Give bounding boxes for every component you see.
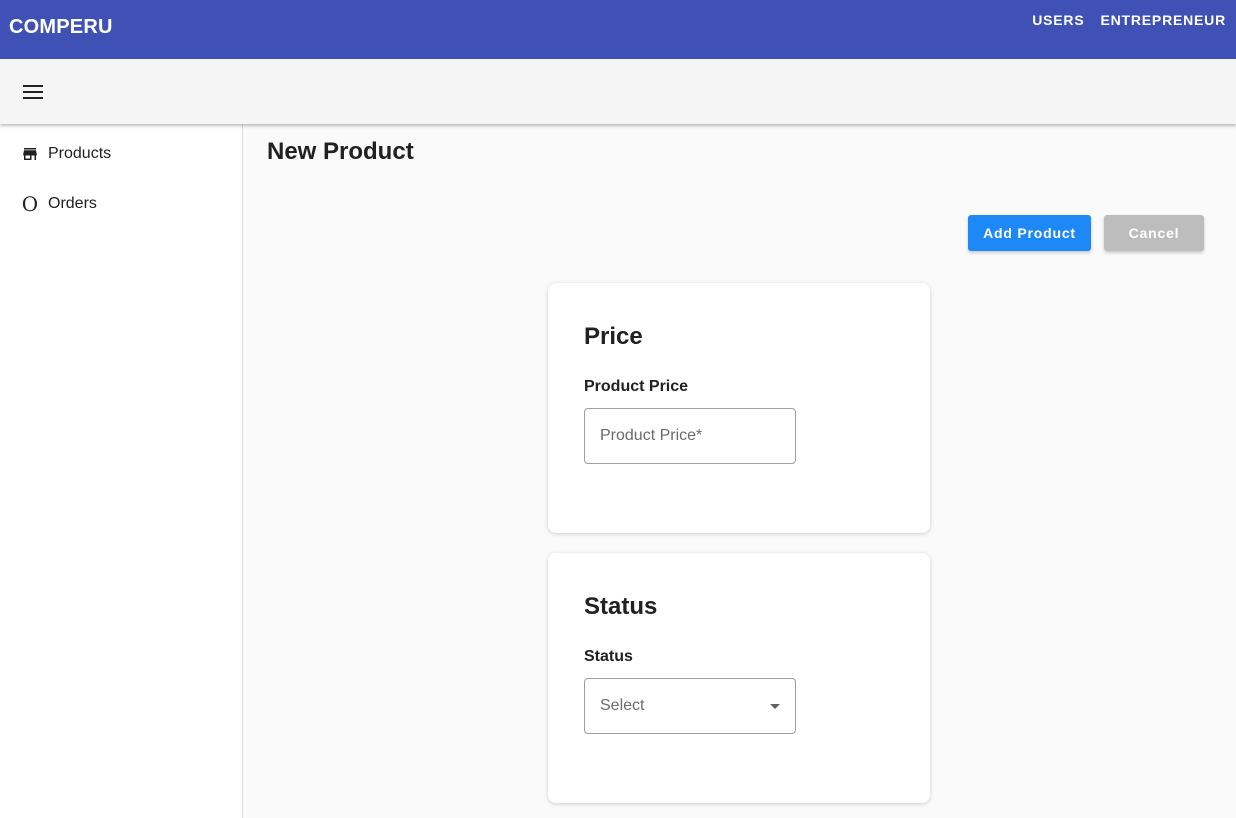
status-select[interactable]: Select (584, 678, 796, 734)
sidebar-item-orders[interactable]: O Orders (20, 194, 97, 214)
app-bar: COMPERU USERS ENTREPRENEUR (0, 0, 1236, 59)
add-product-button[interactable]: Add Product (968, 215, 1091, 251)
menu-button[interactable] (18, 77, 48, 107)
caret-down-icon (770, 704, 780, 709)
brand-title[interactable]: COMPERU (9, 16, 113, 39)
cancel-button[interactable]: Cancel (1104, 215, 1204, 251)
sidebar-item-products[interactable]: Products (20, 144, 111, 164)
status-card: Status Status Select (548, 553, 930, 803)
sidebar: Products O Orders (0, 124, 243, 818)
status-select-value: Select (600, 697, 645, 714)
top-nav: USERS ENTREPRENEUR (1032, 12, 1226, 28)
card-title: Status (584, 593, 658, 620)
card-title: Price (584, 323, 643, 350)
menu-icon (23, 85, 43, 99)
field-label: Status (584, 648, 633, 665)
nav-link-entrepreneur[interactable]: ENTREPRENEUR (1100, 12, 1226, 28)
price-card: Price Product Price (548, 283, 930, 533)
nav-link-users[interactable]: USERS (1032, 12, 1084, 28)
field-label: Product Price (584, 378, 689, 395)
store-icon (20, 144, 40, 164)
main-content: New Product Add Product Cancel Price Pro… (243, 124, 1236, 818)
sidebar-item-label: Products (48, 145, 112, 162)
sidebar-item-label: Orders (48, 195, 97, 212)
toolbar (0, 59, 1236, 124)
page-title: New Product (267, 138, 414, 165)
product-price-field (584, 408, 796, 464)
orders-icon: O (21, 192, 39, 216)
product-price-input[interactable] (585, 409, 795, 463)
